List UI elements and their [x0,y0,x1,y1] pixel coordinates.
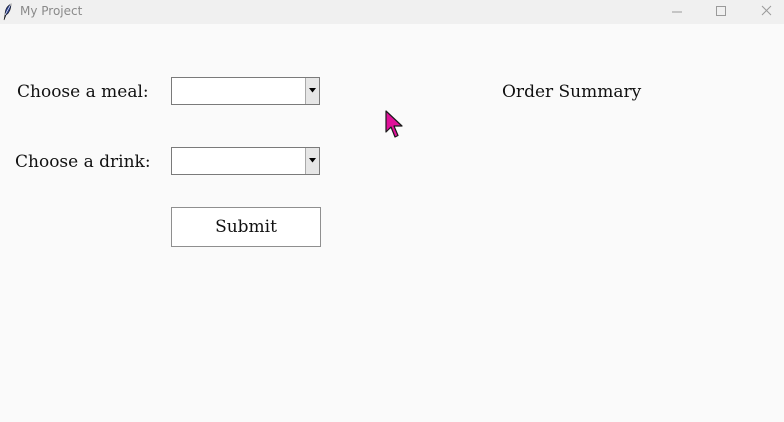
submit-button[interactable]: Submit [171,207,321,247]
drink-dropdown-arrow[interactable] [305,148,319,174]
meal-dropdown-arrow[interactable] [305,78,319,104]
chevron-down-icon [309,88,316,93]
app-window: My Project Choose a meal: Choose a drink… [0,0,784,422]
minimize-button[interactable] [654,0,698,24]
chevron-down-icon [309,158,316,163]
drink-label: Choose a drink: [15,152,151,172]
meal-label: Choose a meal: [17,82,149,102]
window-title: My Project [20,4,83,18]
maximize-icon [716,6,726,16]
order-summary-title: Order Summary [502,82,642,102]
title-bar[interactable]: My Project [0,0,784,24]
minimize-icon [672,11,682,13]
close-icon [761,5,772,16]
drink-dropdown[interactable] [171,147,320,175]
close-button[interactable] [742,0,784,24]
feather-icon [3,3,12,21]
meal-dropdown[interactable] [171,77,320,105]
mouse-pointer-icon [385,110,403,138]
maximize-button[interactable] [698,0,742,24]
